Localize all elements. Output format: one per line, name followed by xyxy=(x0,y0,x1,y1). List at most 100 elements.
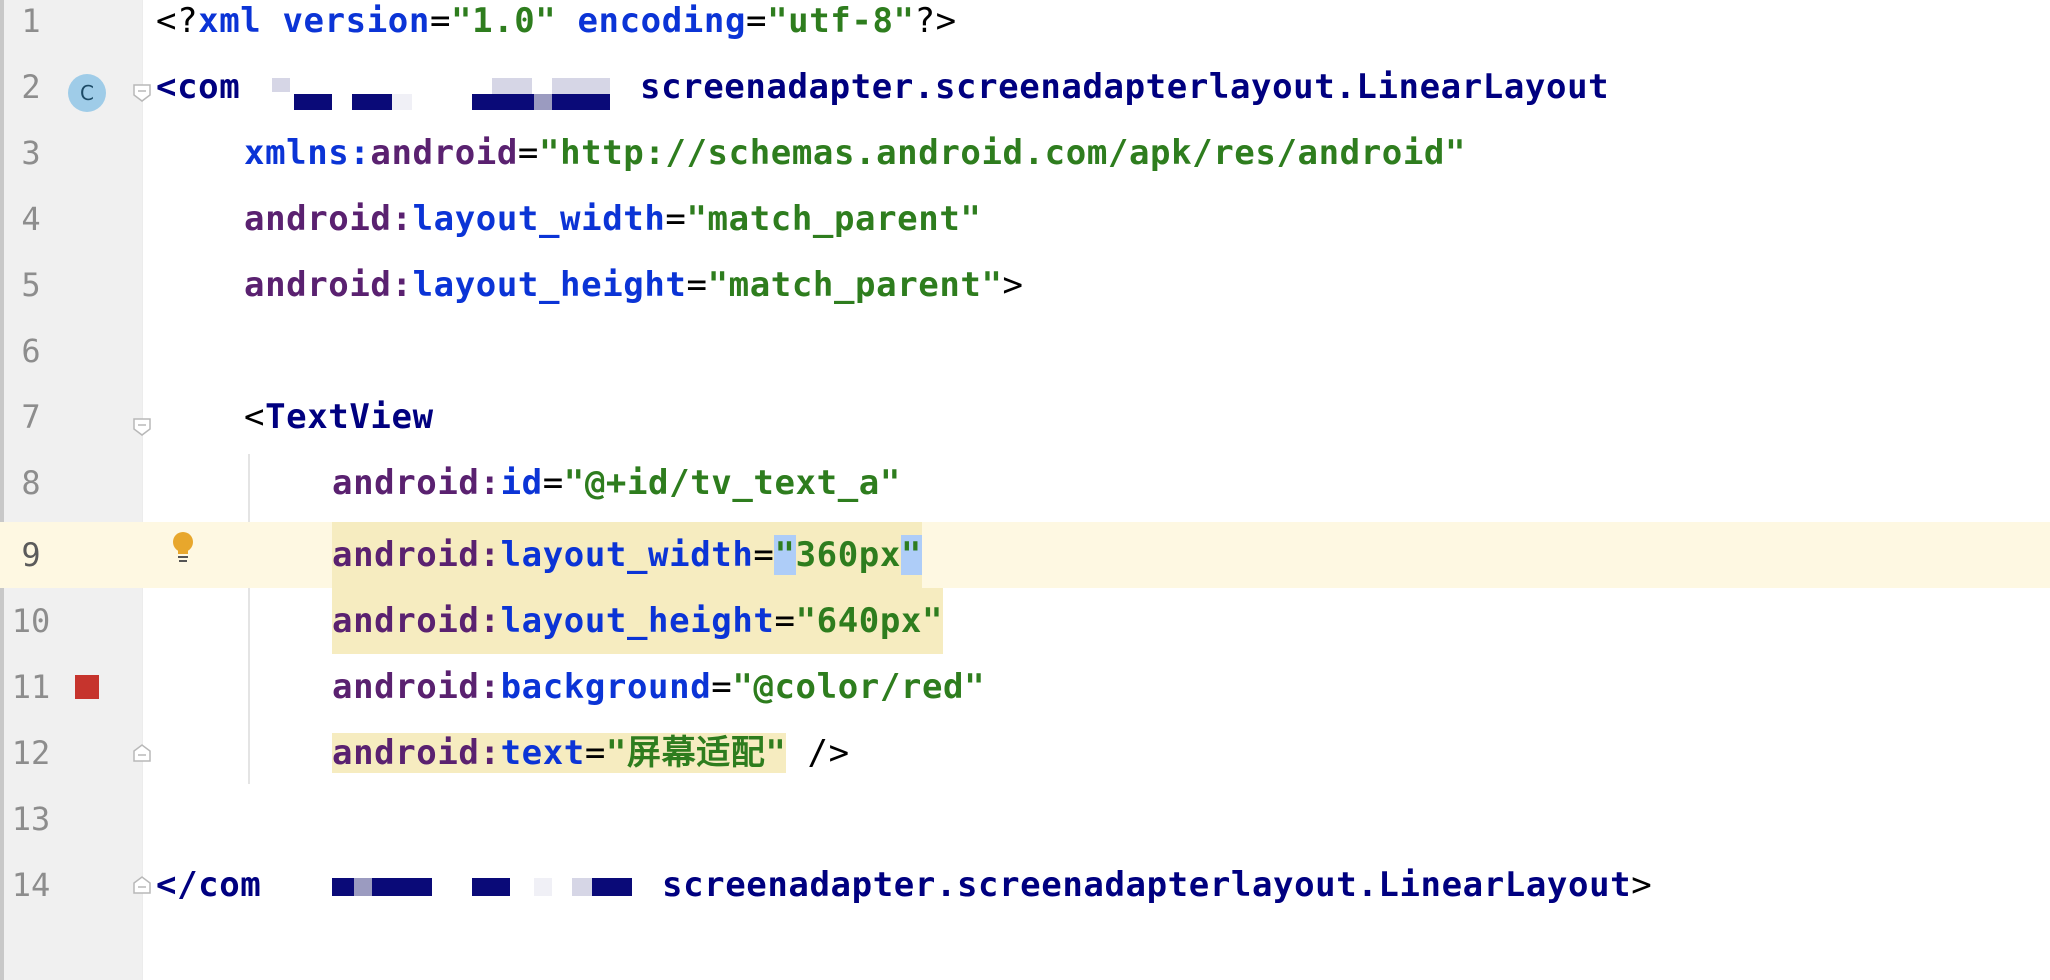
attr-value: "1.0" xyxy=(451,1,557,41)
line-number: 14 xyxy=(11,866,51,904)
equals: = xyxy=(584,733,606,773)
code-line-5[interactable]: 5 android:layout_height="match_parent"> xyxy=(0,252,2050,318)
attr-name: android xyxy=(370,133,518,173)
attr-value: "match_parent" xyxy=(707,265,1003,305)
equals: = xyxy=(774,601,796,641)
code-line-6[interactable]: 6 xyxy=(0,318,2050,384)
tag-name: screenadapter.screenadapterlayout.Linear… xyxy=(662,865,1632,905)
code-text: android:layout_height="640px" xyxy=(332,588,944,654)
quote-highlight: " xyxy=(774,535,796,575)
redaction-block xyxy=(552,78,610,94)
equals: = xyxy=(517,133,539,173)
code-line-10[interactable]: 10 android:layout_height="640px" xyxy=(0,588,2050,654)
code-text: <TextView xyxy=(244,384,434,450)
equals: = xyxy=(686,265,708,305)
attr-namespace: android: xyxy=(244,199,413,239)
tag-name: screenadapter.screenadapterlayout.Linear… xyxy=(640,67,1610,107)
redaction-block xyxy=(534,94,552,110)
code-text: android:layout_height="match_parent"> xyxy=(244,252,1024,318)
attr-value: "屏幕适配" xyxy=(605,733,787,773)
code-line-14[interactable]: 14 </com screenadapter.screenadapterlayo… xyxy=(0,852,2050,918)
equals: = xyxy=(746,1,768,41)
equals: = xyxy=(753,535,775,575)
code-line-13[interactable]: 13 xyxy=(0,786,2050,852)
unfold-end-icon[interactable] xyxy=(132,744,152,762)
attr-value: "@color/red" xyxy=(732,667,986,707)
equals: = xyxy=(429,1,452,41)
code-text: xmlns:android="http://schemas.android.co… xyxy=(244,120,1466,186)
equals: = xyxy=(665,199,687,239)
pi-name: xml xyxy=(198,1,262,41)
line-number: 12 xyxy=(11,734,51,772)
code-line-3[interactable]: 3 xmlns:android="http://schemas.android.… xyxy=(0,120,2050,186)
code-text: android:background="@color/red" xyxy=(332,654,985,720)
code-text: android:text="屏幕适配" /> xyxy=(332,720,850,786)
class-icon[interactable]: C xyxy=(68,74,106,112)
attr-name: layout_height xyxy=(412,265,687,305)
redaction-block xyxy=(534,878,552,896)
code-line-8[interactable]: 8 android:id="@+id/tv_text_a" xyxy=(0,450,2050,516)
line-number: 5 xyxy=(21,266,41,304)
attr-namespace: xmlns: xyxy=(244,133,371,173)
attr-name: background xyxy=(500,667,712,707)
line-number: 11 xyxy=(11,668,51,706)
equals: = xyxy=(711,667,733,707)
attr-namespace: android: xyxy=(332,667,501,707)
color-swatch-icon[interactable] xyxy=(75,675,99,699)
tag-close: > xyxy=(1631,865,1653,905)
line-number: 4 xyxy=(21,200,41,238)
line-number: 9 xyxy=(21,536,41,574)
line-number: 13 xyxy=(11,800,51,838)
code-line-7[interactable]: 7 <TextView xyxy=(0,384,2050,450)
equals: = xyxy=(542,463,564,503)
attr-value: "utf-8" xyxy=(767,1,915,41)
redaction-block xyxy=(572,878,592,896)
code-line-2[interactable]: 2 <com screenadapter.screenadapterlayout… xyxy=(0,54,2050,120)
attr-name: encoding xyxy=(577,1,747,41)
code-line-12[interactable]: 12 android:text="屏幕适配" /> xyxy=(0,720,2050,786)
line-number: 10 xyxy=(11,602,51,640)
tag-open: <com xyxy=(156,67,241,107)
code-line-11[interactable]: 11 android:background="@color/red" xyxy=(0,654,2050,720)
redaction-block xyxy=(272,78,290,92)
quote-highlight: " xyxy=(900,535,922,575)
code-text: android:id="@+id/tv_text_a" xyxy=(332,450,901,516)
redaction-block xyxy=(592,878,632,896)
attr-value: "@+id/tv_text_a" xyxy=(563,463,901,503)
attr-value: "http://schemas.android.com/apk/res/andr… xyxy=(539,133,1467,173)
fold-icon[interactable] xyxy=(132,84,152,102)
unfold-end-icon[interactable] xyxy=(132,876,152,894)
attr-namespace: android: xyxy=(244,265,413,305)
attr-name: layout_height xyxy=(500,601,775,641)
attr-name: version xyxy=(282,1,430,41)
pi-open: <? xyxy=(156,1,199,41)
redaction-block xyxy=(472,878,510,896)
attr-value: 360px xyxy=(795,535,901,575)
code-line-4[interactable]: 4 android:layout_width="match_parent" xyxy=(0,186,2050,252)
lightbulb-icon[interactable] xyxy=(170,531,196,563)
code-text: <com xyxy=(156,54,240,120)
attr-name: layout_width xyxy=(500,535,754,575)
code-text: android:layout_width="match_parent" xyxy=(244,186,981,252)
attr-namespace: android: xyxy=(332,463,501,503)
tag-open: < xyxy=(244,397,266,437)
attr-value: "match_parent" xyxy=(686,199,982,239)
code-line-1[interactable]: 1 <?xml version="1.0" encoding="utf-8"?> xyxy=(0,0,2050,54)
code-line-9[interactable]: 9 android:layout_width="360px" xyxy=(0,522,2050,588)
redaction-block xyxy=(492,78,532,94)
redaction-block xyxy=(472,94,534,110)
line-number: 3 xyxy=(21,134,41,172)
line-number: 7 xyxy=(21,398,41,436)
code-text: android:layout_width="360px" xyxy=(332,522,922,588)
redaction-block xyxy=(294,94,332,110)
code-editor[interactable]: 1 <?xml version="1.0" encoding="utf-8"?>… xyxy=(0,0,2050,980)
attr-name: id xyxy=(500,463,543,503)
attr-namespace: android: xyxy=(332,733,501,773)
attr-value: "640px" xyxy=(795,601,944,641)
line-number: 6 xyxy=(21,332,41,370)
code-text: screenadapter.screenadapterlayout.Linear… xyxy=(662,852,1652,918)
tag-close: > xyxy=(1002,265,1024,305)
redaction-block xyxy=(552,94,610,110)
tag-name: TextView xyxy=(265,397,434,437)
fold-icon[interactable] xyxy=(132,418,152,436)
